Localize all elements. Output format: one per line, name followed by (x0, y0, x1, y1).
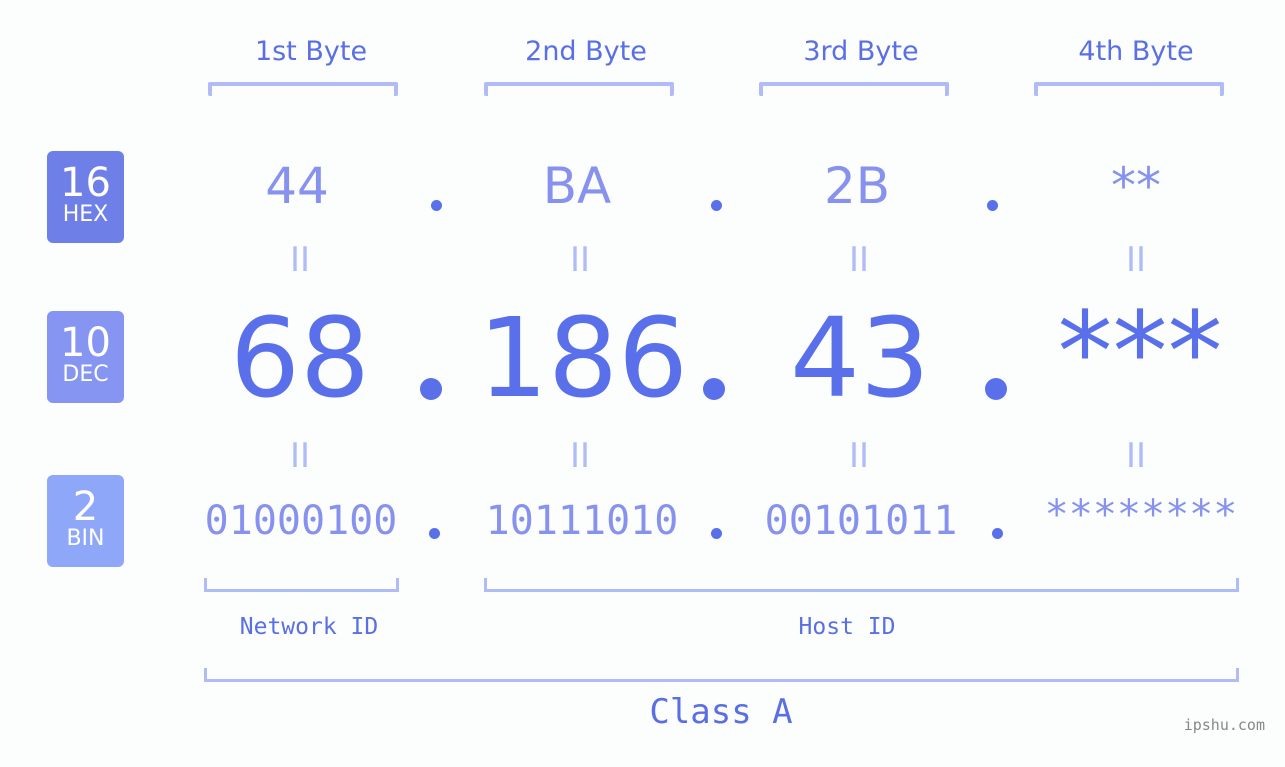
equals-icon: II (569, 436, 591, 476)
equals-icon: II (848, 436, 870, 476)
dec-byte-2: 186 (478, 294, 688, 422)
dec-separator-dot (420, 378, 442, 400)
byte-header-2: 2nd Byte (525, 36, 647, 67)
network-id-bracket (204, 578, 399, 592)
bin-byte-2: 10111010 (485, 498, 679, 544)
hex-byte-1: 44 (265, 157, 329, 215)
byte-bracket-4 (1034, 82, 1224, 96)
dec-byte-4: *** (1057, 288, 1223, 416)
byte-bracket-3 (759, 82, 949, 96)
host-id-label: Host ID (798, 614, 896, 640)
class-bracket (204, 668, 1239, 682)
bin-byte-4: ******** (1044, 492, 1238, 538)
equals-icon: II (848, 240, 870, 280)
byte-header-1: 1st Byte (254, 36, 368, 67)
hex-badge: 16 HEX (47, 151, 124, 243)
byte-bracket-2 (484, 82, 674, 96)
hex-byte-3: 2B (823, 157, 891, 215)
dec-separator-dot (703, 378, 725, 400)
bin-byte-3: 00101011 (764, 498, 958, 544)
dec-byte-3: 43 (790, 294, 930, 422)
hex-separator-dot (711, 200, 722, 211)
network-id-label: Network ID (239, 614, 379, 640)
hex-byte-2: BA (542, 157, 612, 215)
hex-byte-4: ** (1111, 157, 1161, 215)
hex-separator-dot (431, 200, 442, 211)
dec-byte-1: 68 (230, 294, 370, 422)
dec-badge-label: DEC (62, 362, 109, 387)
dec-badge-number: 10 (60, 320, 111, 366)
equals-icon: II (1125, 436, 1147, 476)
hex-badge-label: HEX (62, 202, 109, 227)
class-label: Class A (649, 692, 793, 732)
dec-badge: 10 DEC (47, 311, 124, 403)
bin-separator-dot (711, 528, 722, 539)
hex-badge-number: 16 (60, 160, 111, 206)
bin-separator-dot (992, 528, 1003, 539)
equals-icon: II (289, 240, 311, 280)
bin-separator-dot (429, 528, 440, 539)
byte-header-3: 3rd Byte (803, 36, 919, 67)
host-id-bracket (484, 578, 1239, 592)
byte-header-4: 4th Byte (1078, 36, 1194, 67)
bin-badge-label: BIN (66, 526, 105, 551)
bin-badge-number: 2 (72, 484, 99, 530)
bin-badge: 2 BIN (47, 475, 124, 567)
watermark: ipshu.com (1183, 716, 1265, 734)
hex-separator-dot (987, 200, 998, 211)
equals-icon: II (569, 240, 591, 280)
bin-byte-1: 01000100 (204, 498, 398, 544)
byte-bracket-1 (208, 82, 398, 96)
equals-icon: II (289, 436, 311, 476)
dec-separator-dot (985, 378, 1007, 400)
equals-icon: II (1125, 240, 1147, 280)
